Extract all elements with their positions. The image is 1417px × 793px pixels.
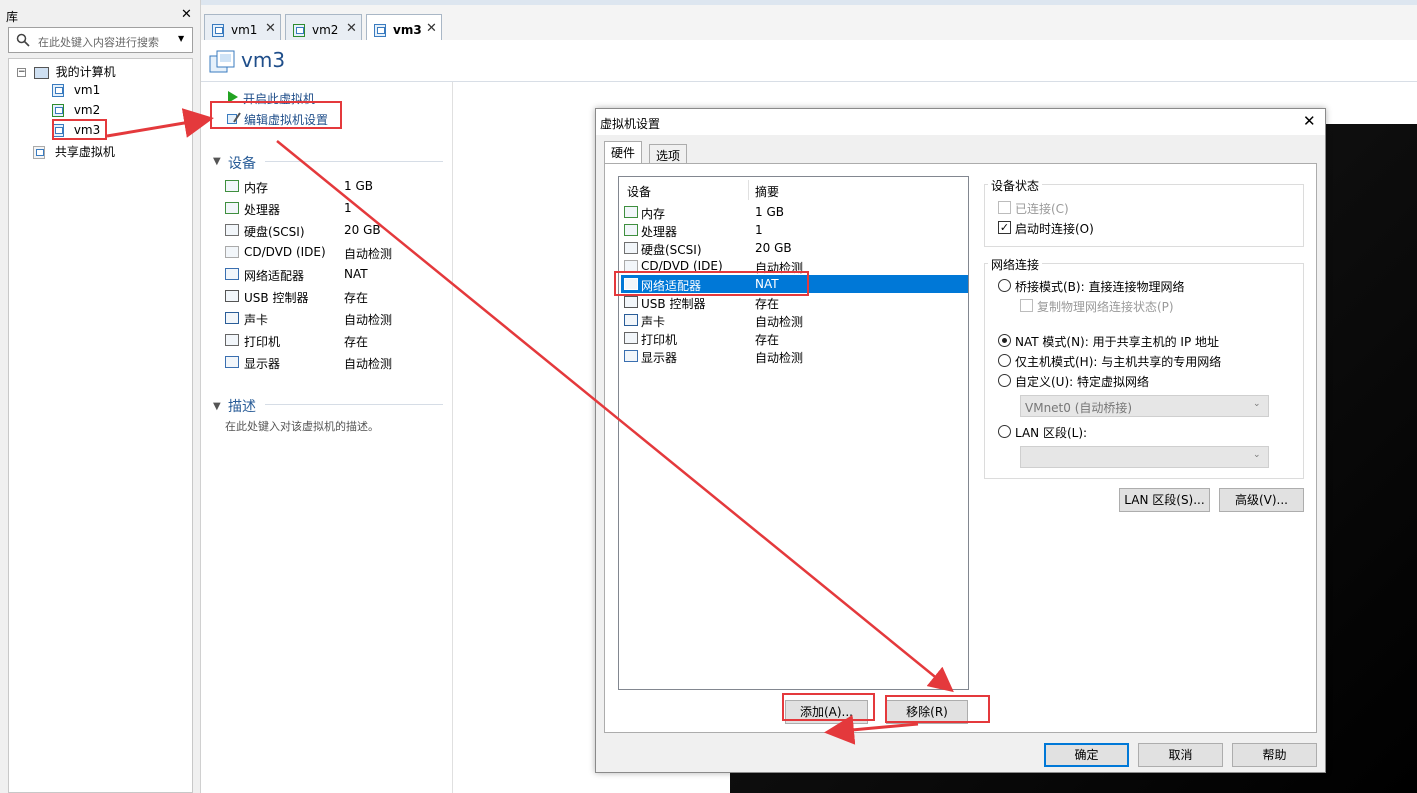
arrow: [824, 714, 919, 745]
arrow: [276, 140, 954, 693]
annotation-arrows: [106, 108, 954, 745]
arrow: [106, 108, 214, 138]
